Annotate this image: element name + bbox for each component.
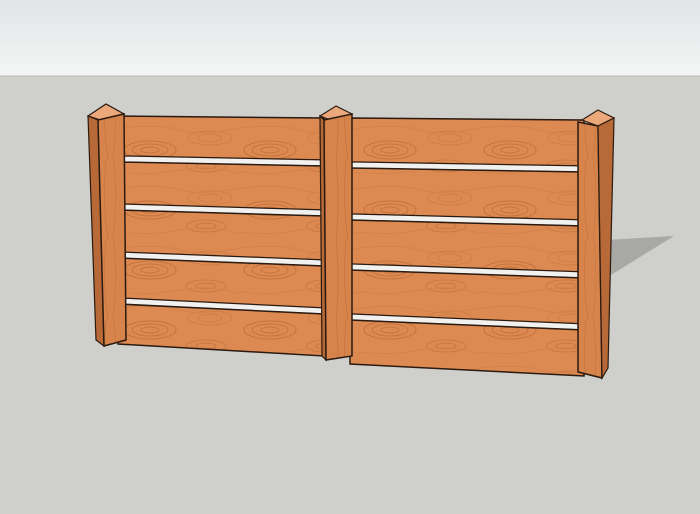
- sky: [0, 0, 700, 76]
- board: [117, 115, 325, 161]
- fence-post-middle: [318, 105, 354, 362]
- fence-post-right: [577, 109, 616, 381]
- board: [349, 117, 585, 167]
- post-front: [323, 113, 353, 361]
- 3d-viewport[interactable]: [0, 0, 700, 514]
- board: [349, 167, 585, 221]
- fence-scene: [0, 0, 700, 514]
- board: [117, 209, 325, 261]
- right-bay: [349, 117, 585, 377]
- board: [349, 219, 585, 273]
- left-bay: [117, 115, 325, 357]
- board: [117, 161, 325, 211]
